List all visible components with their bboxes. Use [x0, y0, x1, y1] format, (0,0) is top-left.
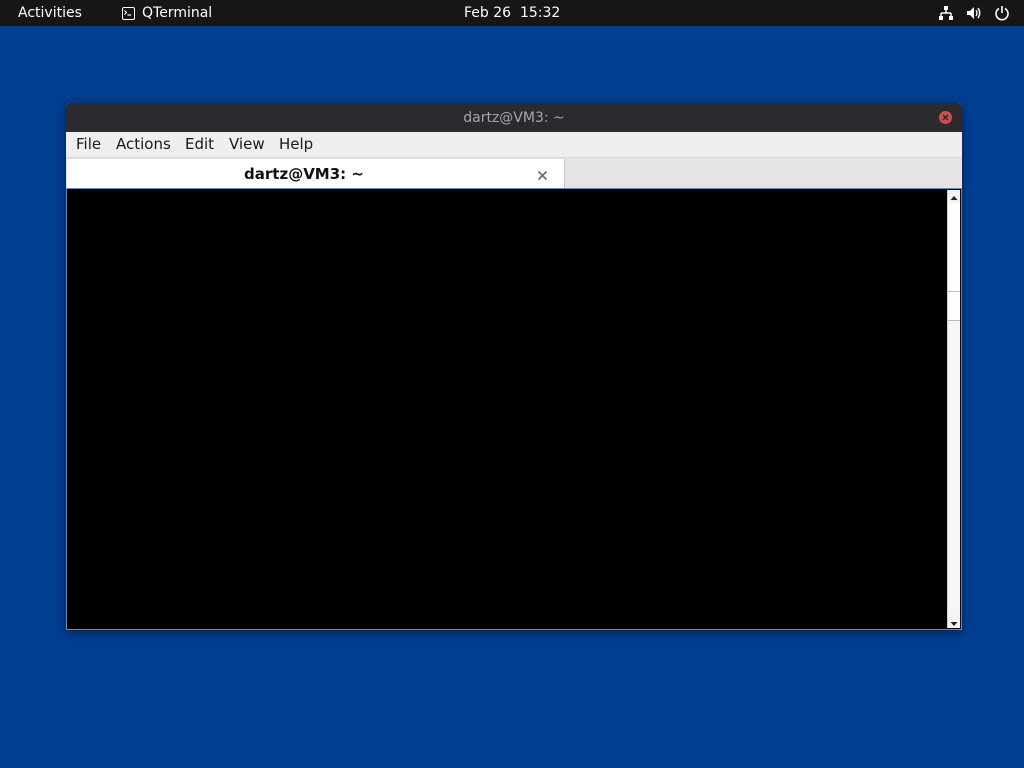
window-title: dartz@VM3: ~ — [463, 110, 565, 126]
terminal-output[interactable] — [68, 190, 947, 628]
menu-edit[interactable]: Edit — [185, 135, 214, 154]
vertical-scrollbar[interactable] — [947, 190, 960, 628]
clock[interactable]: Feb 26 15:32 — [464, 4, 560, 22]
scrollbar-thumb[interactable] — [948, 291, 960, 321]
tab-bar: dartz@VM3: ~ — [66, 157, 962, 189]
terminal-frame — [66, 188, 962, 630]
menu-help[interactable]: Help — [279, 135, 313, 154]
power-icon[interactable] — [994, 5, 1010, 21]
app-menu-button[interactable]: QTerminal — [122, 4, 212, 22]
volume-icon[interactable] — [966, 5, 982, 21]
window-close-button[interactable] — [939, 111, 952, 124]
tab-close-icon[interactable] — [536, 167, 549, 181]
window-titlebar[interactable]: dartz@VM3: ~ — [66, 103, 962, 132]
tab-label: dartz@VM3: ~ — [244, 165, 364, 183]
network-icon[interactable] — [938, 5, 954, 21]
tab-terminal[interactable]: dartz@VM3: ~ — [67, 159, 565, 189]
scroll-down-arrow-icon[interactable] — [948, 615, 960, 628]
qterminal-window: dartz@VM3: ~ File Actions Edit View Help… — [66, 103, 962, 630]
menu-actions[interactable]: Actions — [116, 135, 171, 154]
terminal-icon — [122, 6, 135, 20]
system-tray[interactable] — [938, 5, 1010, 21]
activities-button[interactable]: Activities — [18, 4, 82, 22]
menu-file[interactable]: File — [76, 135, 101, 154]
top-bar: Activities QTerminal Feb 26 15:32 — [0, 0, 1024, 26]
close-icon — [942, 114, 949, 121]
menu-bar: File Actions Edit View Help — [66, 132, 962, 157]
scrollbar-track-upper[interactable] — [948, 203, 960, 291]
app-menu-label: QTerminal — [142, 5, 213, 21]
menu-view[interactable]: View — [229, 135, 265, 154]
scroll-up-arrow-icon[interactable] — [948, 190, 960, 203]
